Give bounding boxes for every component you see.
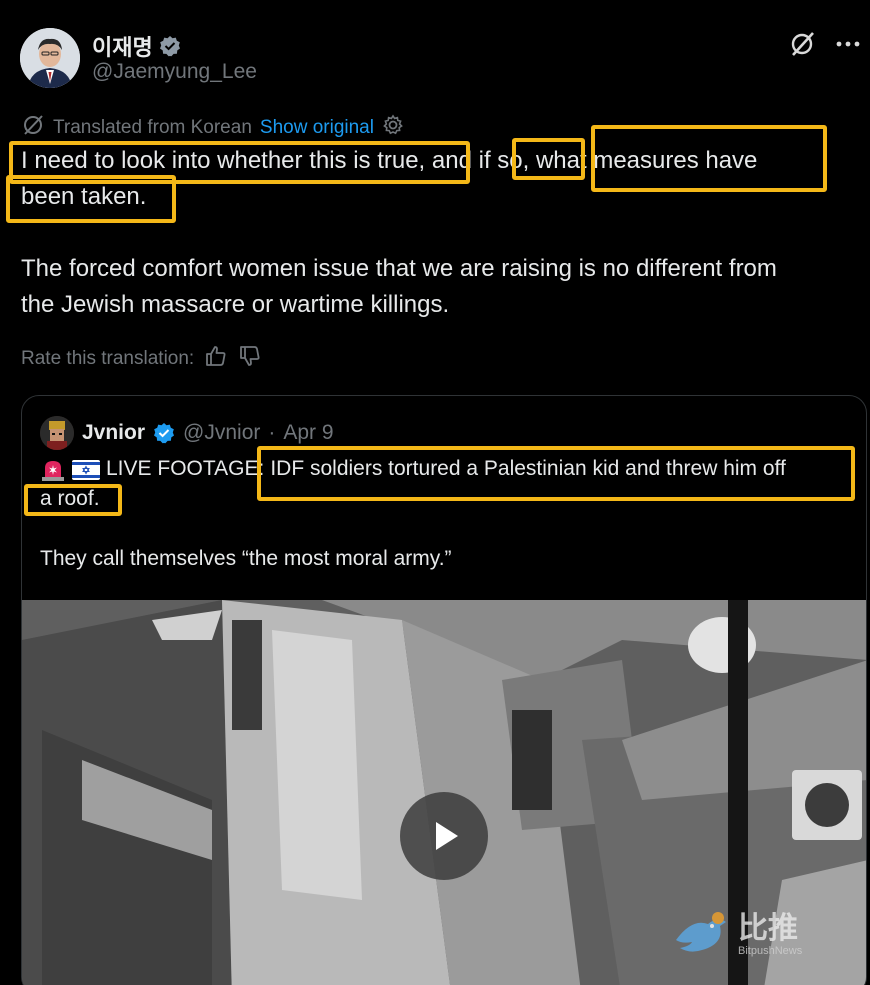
quoted-line-3: They call themselves “the most moral arm… bbox=[40, 547, 452, 570]
author-avatar[interactable] bbox=[20, 28, 80, 88]
quoted-tweet-date[interactable]: Apr 9 bbox=[283, 421, 333, 445]
video-player[interactable]: 比推 BitpushNews bbox=[22, 600, 866, 985]
meta-separator: · bbox=[268, 421, 276, 444]
show-original-link[interactable]: Show original bbox=[260, 117, 374, 139]
translated-from-label: Translated from Korean bbox=[53, 117, 252, 138]
post-paragraph-1: I need to look into whether this is true… bbox=[21, 147, 758, 210]
author-handle[interactable]: @Jaemyung_Lee bbox=[92, 60, 257, 84]
play-button[interactable] bbox=[400, 792, 488, 880]
translate-icon bbox=[21, 113, 45, 143]
israel-flag-icon bbox=[72, 459, 100, 480]
quoted-line-2: a roof. bbox=[40, 487, 100, 510]
post-text: I need to look into whether this is true… bbox=[21, 143, 861, 359]
verified-badge-icon bbox=[159, 35, 181, 57]
more-options-icon[interactable] bbox=[832, 28, 864, 60]
post: 이재명 @Jaemyung_Lee Translated from Korean… bbox=[0, 0, 870, 985]
live-footage-label: LIVE FOOTAGE: bbox=[106, 457, 265, 480]
grok-icon[interactable] bbox=[786, 28, 818, 60]
siren-emoji-icon bbox=[40, 458, 66, 481]
watermark: 比推 BitpushNews bbox=[672, 910, 802, 960]
post-paragraph-2: The forced comfort women issue that we a… bbox=[21, 255, 777, 318]
author-name[interactable]: 이재명 bbox=[92, 30, 153, 62]
bird-logo-icon bbox=[676, 912, 726, 952]
quoted-tweet-text: LIVE FOOTAGE: IDF soldiers tortured a Pa… bbox=[40, 454, 860, 574]
watermark-text: 比推 bbox=[738, 912, 798, 945]
watermark-subtext: BitpushNews bbox=[738, 945, 803, 957]
translation-bar: Translated from Korean Show original bbox=[21, 113, 404, 143]
play-icon bbox=[436, 822, 458, 850]
rate-translation: Rate this translation: bbox=[21, 344, 262, 374]
verified-badge-icon bbox=[153, 422, 175, 444]
top-actions bbox=[786, 28, 864, 60]
author-name-row[interactable]: 이재명 bbox=[92, 30, 181, 62]
quoted-tweet-header: Jvnior @Jvnior · Apr 9 bbox=[40, 416, 334, 450]
quoted-line-1-text: IDF soldiers tortured a Palestinian kid … bbox=[270, 457, 786, 480]
quoted-author-name[interactable]: Jvnior bbox=[82, 421, 145, 445]
rate-translation-label: Rate this translation: bbox=[21, 348, 195, 369]
quoted-author-avatar[interactable] bbox=[40, 416, 74, 450]
quoted-tweet[interactable]: Jvnior @Jvnior · Apr 9 LIVE FOOTAGE: IDF… bbox=[21, 395, 867, 985]
thumbs-down-icon[interactable] bbox=[238, 344, 262, 374]
gear-icon[interactable] bbox=[382, 114, 404, 142]
thumbs-up-icon[interactable] bbox=[204, 344, 228, 374]
quoted-author-handle[interactable]: @Jvnior bbox=[183, 421, 260, 445]
quoted-line-1: LIVE FOOTAGE: IDF soldiers tortured a Pa… bbox=[40, 454, 860, 484]
watermark-text-group: 比推 BitpushNews bbox=[738, 912, 803, 958]
